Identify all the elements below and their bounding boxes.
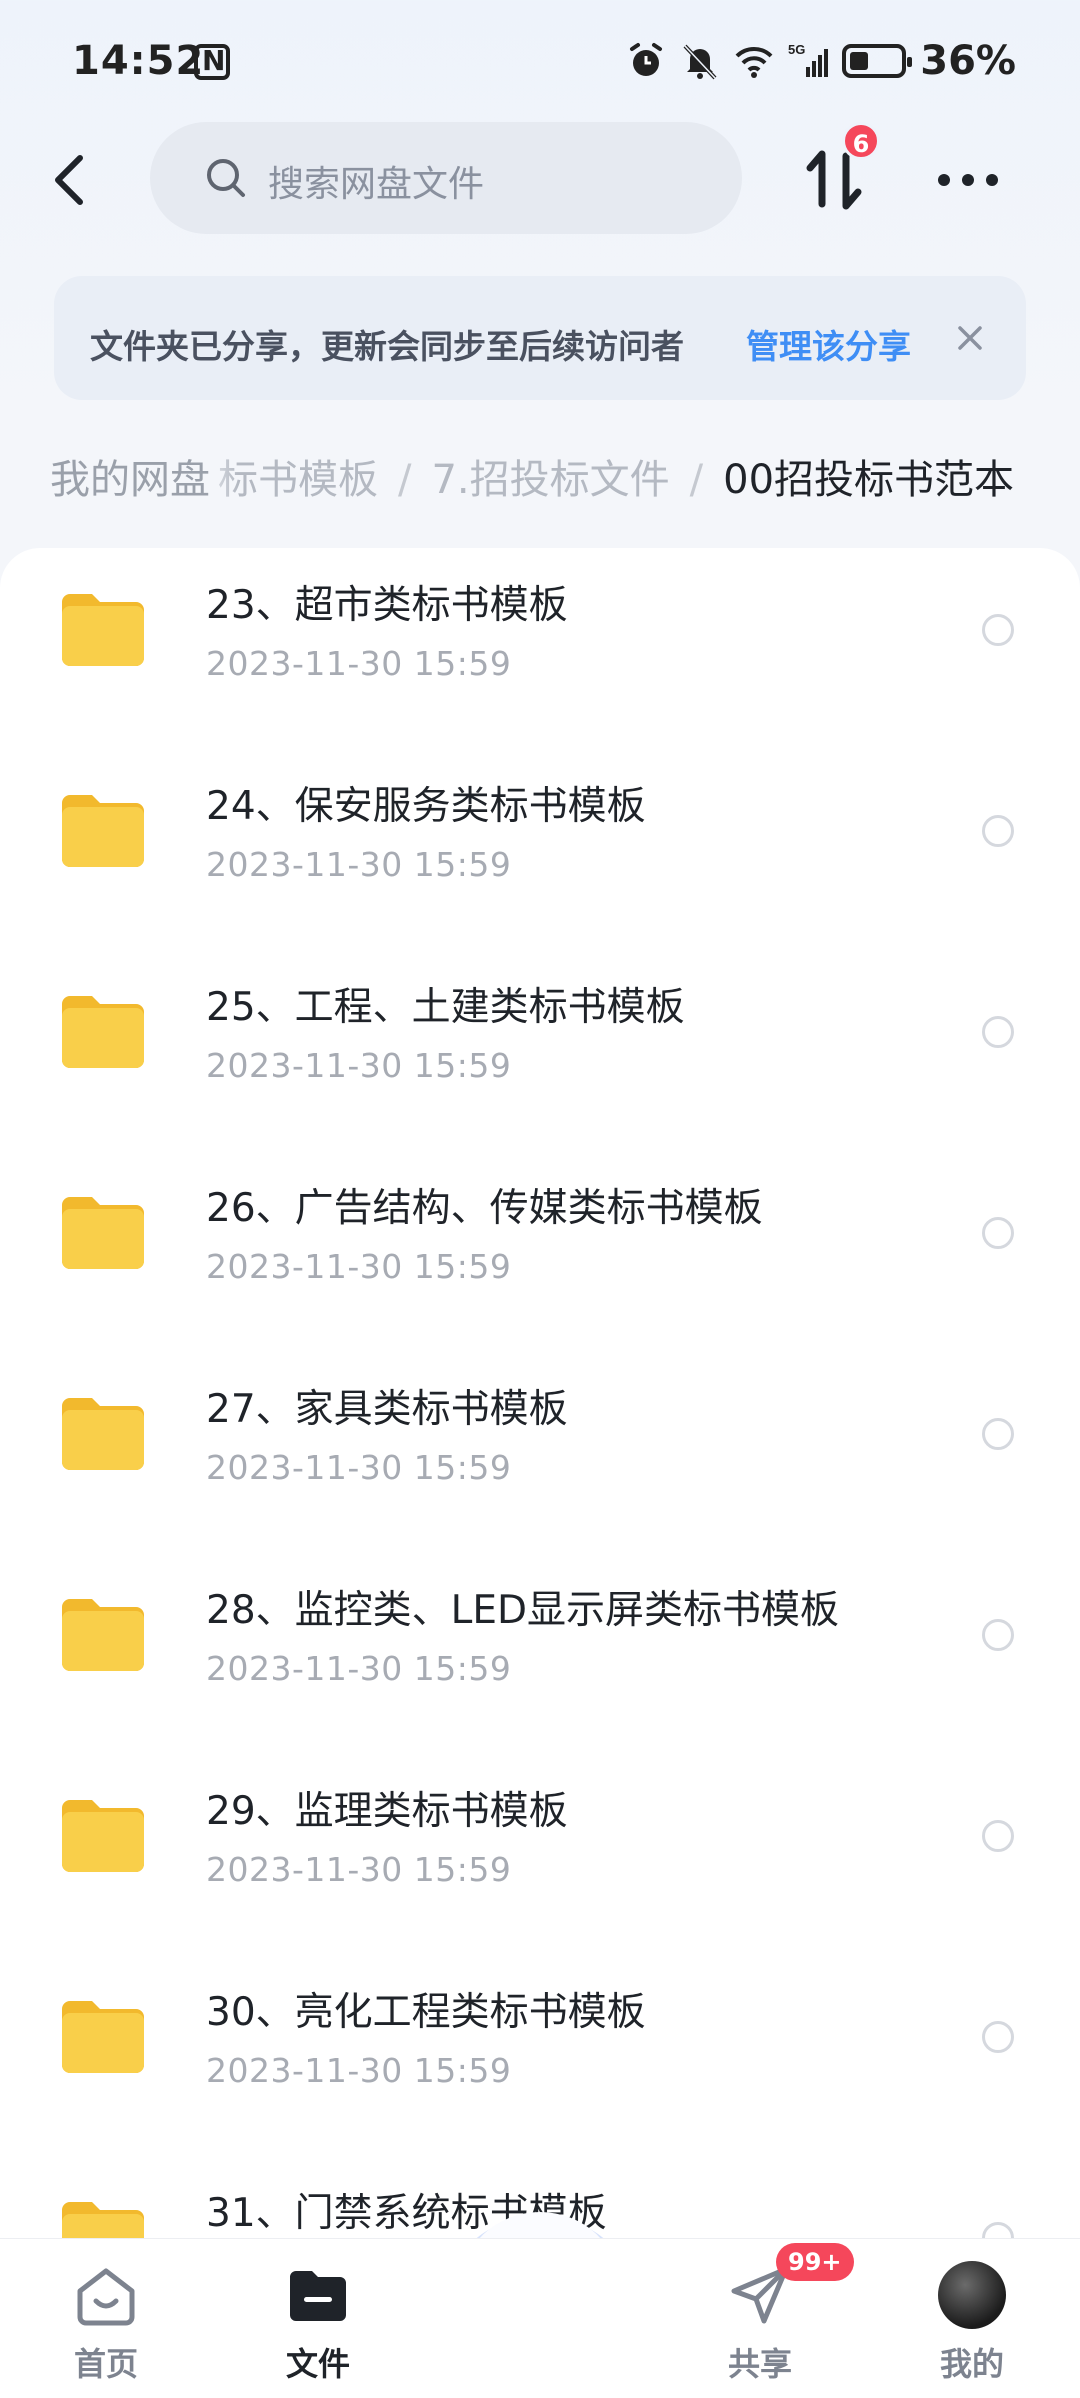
file-name: 26、广告结构、传媒类标书模板 (206, 1186, 763, 1231)
breadcrumb: 我的网盘 标书模板 / 7.招投标文件 / 00招投标书范本 (0, 440, 1080, 520)
breadcrumb-separator: / (398, 457, 412, 503)
tab-files-label: 文件 (285, 2345, 350, 2383)
select-checkbox[interactable] (982, 1217, 1014, 1249)
tab-files[interactable]: 文件 (238, 2239, 398, 2398)
file-row[interactable]: 27、家具类标书模板 2023-11-30 15:59 (0, 1366, 1080, 1566)
mute-icon (683, 44, 717, 80)
select-checkbox[interactable] (982, 2021, 1014, 2053)
file-date: 2023-11-30 15:59 (206, 1649, 512, 1688)
folder-icon (62, 2202, 144, 2238)
file-date: 2023-11-30 15:59 (206, 1046, 512, 1085)
battery-level: 36% (920, 38, 1016, 84)
nfc-icon (194, 44, 230, 80)
file-folder-icon (290, 2271, 346, 2321)
signal-icon: 5G (788, 42, 829, 77)
close-icon[interactable] (950, 318, 990, 358)
wifi-icon (735, 46, 773, 78)
select-checkbox[interactable] (982, 1619, 1014, 1651)
select-checkbox[interactable] (982, 1418, 1014, 1450)
share-notice-text: 文件夹已分享，更新会同步至后续访问者 (90, 327, 684, 366)
svg-text:5G: 5G (788, 42, 805, 57)
manage-share-link[interactable]: 管理该分享 (746, 320, 911, 368)
tab-share[interactable]: 99+ 共享 (680, 2239, 854, 2398)
folder-icon (62, 1398, 144, 1470)
file-name: 28、监控类、LED显示屏类标书模板 (206, 1588, 840, 1633)
search-icon (207, 159, 245, 197)
file-row[interactable]: 25、工程、土建类标书模板 2023-11-30 15:59 (0, 964, 1080, 1164)
breadcrumb-current: 00招投标书范本 (723, 457, 1015, 503)
folder-icon (62, 1599, 144, 1671)
breadcrumb-item[interactable]: 7.招投标文件 (431, 457, 669, 503)
file-row[interactable]: 30、亮化工程类标书模板 2023-11-30 15:59 (0, 1969, 1080, 2169)
transfer-badge: 6 (842, 122, 880, 160)
top-bar: 搜索网盘文件 6 (0, 122, 1080, 238)
file-date: 2023-11-30 15:59 (206, 644, 512, 683)
breadcrumb-item[interactable]: 标书模板 (218, 457, 378, 503)
file-date: 2023-11-30 15:59 (206, 1850, 512, 1889)
alarm-icon (630, 43, 663, 76)
breadcrumb-separator: / (689, 457, 704, 503)
select-checkbox[interactable] (982, 1016, 1014, 1048)
file-name: 24、保安服务类标书模板 (206, 784, 646, 829)
file-date: 2023-11-30 15:59 (206, 1247, 512, 1286)
status-bar: 14:52 5G 36% (0, 0, 1080, 130)
tab-home[interactable]: 首页 (26, 2239, 186, 2398)
avatar (938, 2261, 1006, 2329)
select-checkbox[interactable] (982, 815, 1014, 847)
folder-icon (62, 795, 144, 867)
tab-home-label: 首页 (73, 2345, 138, 2383)
file-name: 30、亮化工程类标书模板 (206, 1990, 646, 2035)
status-icons: 5G 36% (626, 38, 1016, 84)
breadcrumb-trail: 标书模板 / 7.招投标文件 / 00招投标书范本 (218, 440, 1014, 520)
bottom-tab-bar: 首页 文件 99+ 共享 我的 (0, 2238, 1080, 2398)
select-checkbox[interactable] (982, 614, 1014, 646)
file-row[interactable]: 23、超市类标书模板 2023-11-30 15:59 (0, 562, 1080, 762)
tab-mine[interactable]: 我的 (892, 2239, 1052, 2398)
share-badge: 99+ (776, 2243, 854, 2281)
select-checkbox[interactable] (982, 1820, 1014, 1852)
tab-mine-label: 我的 (939, 2345, 1004, 2383)
status-time: 14:52 (72, 38, 205, 84)
more-icon[interactable] (934, 158, 1002, 202)
tab-share-label: 共享 (727, 2345, 792, 2383)
file-date: 2023-11-30 15:59 (206, 845, 512, 884)
select-checkbox[interactable] (982, 2222, 1014, 2238)
file-row[interactable]: 24、保安服务类标书模板 2023-11-30 15:59 (0, 763, 1080, 963)
file-list: 23、超市类标书模板 2023-11-30 15:59 24、保安服务类标书模板 20… (0, 548, 1080, 2238)
file-name: 27、家具类标书模板 (206, 1387, 568, 1432)
file-date: 2023-11-30 15:59 (206, 2051, 512, 2090)
search-placeholder: 搜索网盘文件 (268, 164, 485, 205)
file-name: 23、超市类标书模板 (206, 583, 568, 628)
folder-icon (62, 2001, 144, 2073)
file-row[interactable]: 29、监理类标书模板 2023-11-30 15:59 (0, 1768, 1080, 1968)
search-input[interactable]: 搜索网盘文件 (150, 122, 742, 234)
back-icon[interactable] (40, 148, 104, 212)
folder-icon (62, 996, 144, 1068)
battery-icon (842, 44, 913, 78)
file-name: 29、监理类标书模板 (206, 1789, 568, 1834)
folder-icon (62, 594, 144, 666)
folder-icon (62, 1800, 144, 1872)
home-icon (77, 2268, 135, 2326)
file-name: 25、工程、土建类标书模板 (206, 985, 685, 1030)
breadcrumb-home[interactable]: 我的网盘 (22, 440, 238, 520)
file-row[interactable]: 26、广告结构、传媒类标书模板 2023-11-30 15:59 (0, 1165, 1080, 1365)
file-date: 2023-11-30 15:59 (206, 1448, 512, 1487)
folder-icon (62, 1197, 144, 1269)
file-row[interactable]: 28、监控类、LED显示屏类标书模板 2023-11-30 15:59 (0, 1567, 1080, 1767)
share-notice-banner: 文件夹已分享，更新会同步至后续访问者 管理该分享 (54, 276, 1026, 400)
